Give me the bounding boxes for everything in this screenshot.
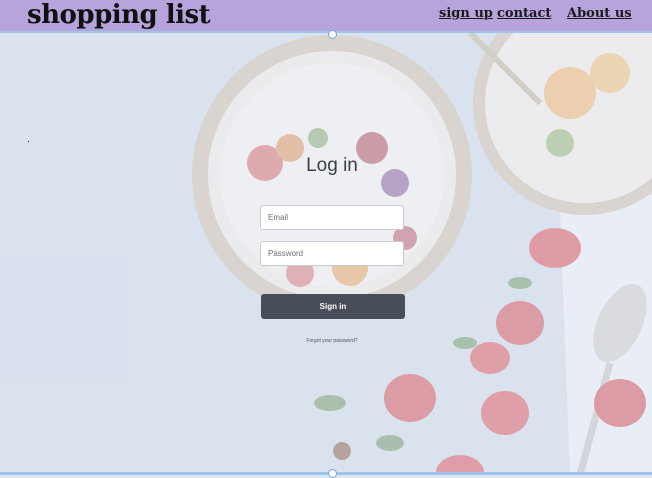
nav-about-us-link[interactable]: About us <box>567 6 632 22</box>
nav-contact-link[interactable]: contact <box>497 6 551 22</box>
stray-dot <box>28 141 29 142</box>
login-title: Log in <box>306 155 358 176</box>
email-field[interactable] <box>260 205 404 230</box>
sign-in-button[interactable]: Sign in <box>261 294 405 319</box>
site-logo[interactable]: shopping list <box>27 0 211 32</box>
top-header: shopping list sign up contact About us <box>0 0 652 33</box>
forgot-password-link[interactable]: Forgot your password? <box>260 337 404 345</box>
password-field[interactable] <box>260 241 404 266</box>
nav-sign-up-link[interactable]: sign up <box>439 6 493 22</box>
resize-handle-top[interactable] <box>328 30 337 39</box>
resize-handle-bottom[interactable] <box>328 469 337 478</box>
